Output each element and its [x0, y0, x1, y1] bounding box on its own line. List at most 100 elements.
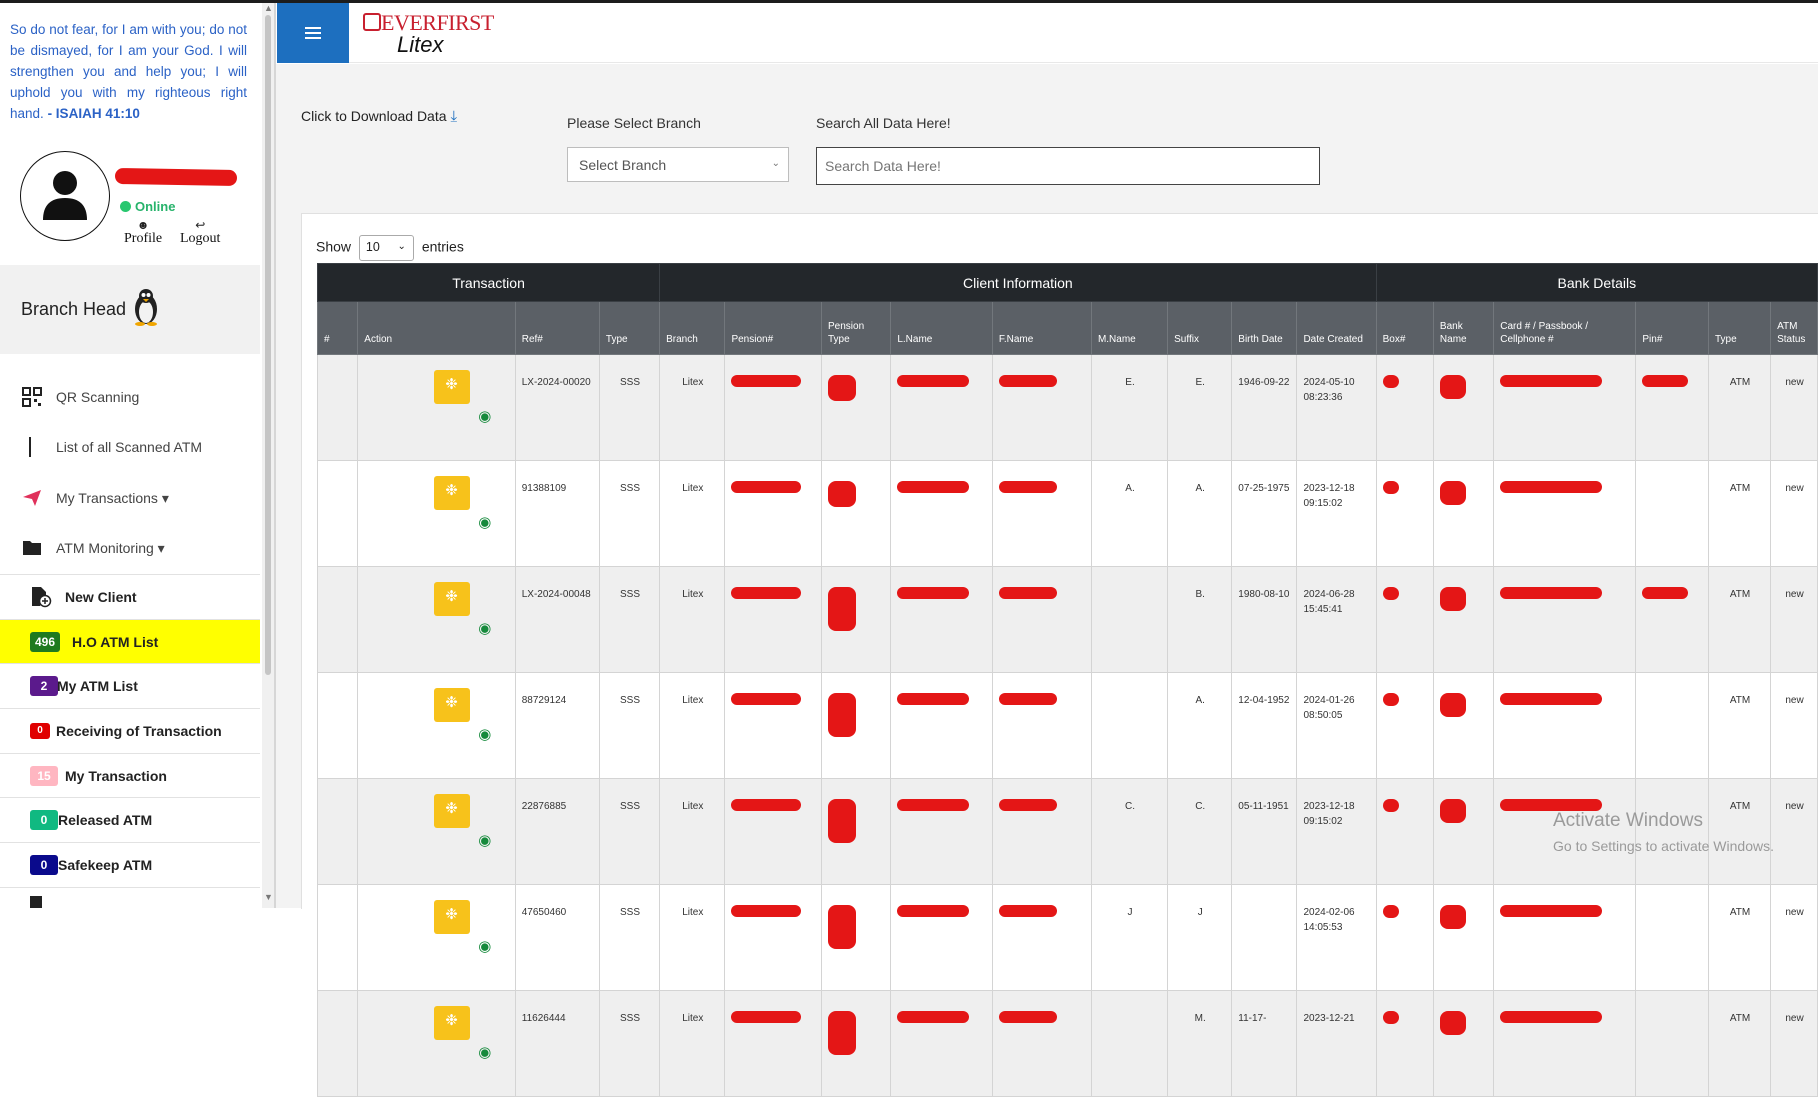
scroll-down-icon[interactable]: ▼ [264, 892, 273, 902]
col-header[interactable]: Pension# [724, 301, 822, 355]
action-settings-button[interactable]: ❉ [434, 582, 471, 616]
date-created-cell: 2024-01-26 08:50:05 [1296, 672, 1377, 779]
date-created-cell: 2023-12-18 09:15:02 [1296, 460, 1377, 567]
view-eye-icon[interactable]: ◉ [478, 514, 491, 531]
user-icon [43, 171, 87, 220]
branch-select[interactable]: Select Branch ⌄ [567, 147, 789, 182]
submenu-partial [0, 887, 260, 908]
redaction-mark [731, 587, 802, 599]
scroll-up-icon[interactable]: ▲ [264, 3, 273, 13]
submenu-safekeep-atm[interactable]: 0 Safekeep ATM [0, 842, 260, 887]
action-settings-button[interactable]: ❉ [434, 1006, 471, 1040]
logout-link[interactable]: ↩ Logout [180, 219, 220, 247]
col-header[interactable]: # [316, 301, 359, 355]
branch-cell: Litex [659, 778, 726, 885]
atm-data-table: Transaction Client Information Bank Deta… [316, 263, 1818, 1097]
view-eye-icon[interactable]: ◉ [478, 726, 491, 743]
action-settings-button[interactable]: ❉ [434, 794, 471, 828]
col-header[interactable]: Date Created [1296, 301, 1377, 355]
col-header[interactable]: Bank Name [1432, 301, 1495, 355]
col-header[interactable]: Pension Type [820, 301, 892, 355]
submenu-my-transaction[interactable]: 15 My Transaction [0, 753, 260, 798]
col-header[interactable]: Box# [1375, 301, 1434, 355]
redaction-mark [897, 587, 970, 599]
table-row[interactable]: ❉ ◉ 88729124 SSS Litex A. 12-04-1952 2024-01-26… [316, 672, 1818, 779]
action-settings-button[interactable]: ❉ [434, 476, 471, 510]
redaction-mark [731, 693, 802, 705]
hamburger-menu-button[interactable] [277, 3, 349, 63]
col-header[interactable]: Type [598, 301, 661, 355]
redaction-mark [897, 693, 970, 705]
col-header[interactable]: Type [1707, 301, 1772, 355]
view-eye-icon[interactable]: ◉ [478, 620, 491, 637]
redaction-mark [1439, 799, 1466, 823]
app-logo[interactable]: EVERFIRST Litex [363, 10, 494, 57]
suffix-cell: A. [1167, 460, 1233, 567]
chevron-down-icon: ⌄ [771, 158, 780, 169]
date-created-cell: 2024-02-06 14:05:53 [1296, 884, 1377, 991]
search-label: Search All Data Here! [816, 115, 951, 131]
col-header[interactable]: F.Name [991, 301, 1092, 355]
col-header[interactable]: L.Name [890, 301, 993, 355]
count-badge: 15 [30, 766, 58, 786]
logo-mark-icon [363, 13, 381, 31]
table-row[interactable]: ❉ ◉ 91388109 SSS Litex A. A. 07-25-1975 2023-12-… [316, 460, 1818, 567]
view-eye-icon[interactable]: ◉ [478, 832, 491, 849]
count-badge: 496 [30, 632, 61, 652]
redaction-mark [998, 481, 1057, 493]
type-cell: SSS [598, 884, 661, 991]
birthdate-cell: 11-17- [1231, 990, 1298, 1097]
atm-status-cell: new [1770, 566, 1818, 673]
col-header[interactable]: M.Name [1090, 301, 1169, 355]
col-header[interactable]: Pin# [1635, 301, 1709, 355]
view-eye-icon[interactable]: ◉ [478, 938, 491, 955]
view-eye-icon[interactable]: ◉ [478, 1044, 491, 1061]
redaction-mark [998, 587, 1057, 599]
download-icon: ⤓ [450, 108, 458, 125]
table-row[interactable]: ❉ ◉ LX-2024-00020 SSS Litex E. E. 1946-09-22 202… [316, 354, 1818, 461]
online-status: Online [120, 199, 175, 214]
action-settings-button[interactable]: ❉ [434, 370, 471, 404]
online-dot-icon [120, 201, 131, 212]
atm-status-cell: new [1770, 884, 1818, 991]
type-cell: SSS [598, 566, 661, 673]
submenu-new-client[interactable]: New Client [0, 574, 260, 619]
table-row[interactable]: ❉ ◉ 47650460 SSS Litex J J 2024-02-06 14:05:53 A… [316, 884, 1818, 991]
redaction-mark [1500, 375, 1603, 387]
redaction-mark [731, 375, 802, 387]
role-label: Branch Head [21, 299, 127, 319]
redaction-mark [1382, 905, 1399, 918]
download-data-link[interactable]: Click to Download Data ⤓ [301, 108, 457, 125]
view-eye-icon[interactable]: ◉ [478, 408, 491, 425]
table-row[interactable]: ❉ ◉ 11626444 SSS Litex M. 11-17- 2023-12-21 ATM n… [316, 990, 1818, 1097]
new-file-icon [32, 587, 52, 608]
redaction-mark [1439, 1011, 1466, 1035]
col-header[interactable]: ATM Status [1770, 301, 1818, 355]
scroll-thumb[interactable] [265, 15, 271, 675]
type-cell: SSS [598, 460, 661, 567]
submenu-my-atm-list[interactable]: 2 My ATM List [0, 663, 260, 708]
search-input[interactable] [816, 147, 1320, 185]
col-header[interactable]: Suffix [1167, 301, 1233, 355]
ref-cell: 11626444 [514, 990, 600, 1097]
entries-select[interactable]: 10 ⌄ [358, 235, 414, 261]
redaction-mark [1500, 1011, 1603, 1023]
submenu-receiving-of-transaction[interactable]: 0 Receiving of Transaction [0, 708, 260, 753]
col-header[interactable]: Card # / Passbook / Cellphone # [1493, 301, 1637, 355]
action-settings-button[interactable]: ❉ [434, 900, 471, 934]
col-header[interactable]: Ref# [514, 301, 600, 355]
table-row[interactable]: ❉ ◉ LX-2024-00048 SSS Litex B. 1980-08-10 2024-… [316, 566, 1818, 673]
action-settings-button[interactable]: ❉ [434, 688, 471, 722]
redaction-mark [998, 799, 1057, 811]
sidebar-scrollbar[interactable]: ▲ ▼ [262, 3, 274, 908]
submenu-released-atm[interactable]: 0 Released ATM [0, 797, 260, 842]
redaction-mark [897, 905, 970, 917]
branch-cell: Litex [659, 990, 726, 1097]
col-header[interactable]: Branch [659, 301, 726, 355]
col-header[interactable]: Birth Date [1231, 301, 1298, 355]
col-header[interactable]: Action [357, 301, 516, 355]
profile-link[interactable]: ☻ Profile [124, 219, 162, 247]
submenu-ho-atm-list[interactable]: 496 H.O ATM List [0, 619, 260, 664]
bank-type-cell: ATM [1707, 566, 1772, 673]
count-badge: 0 [30, 855, 58, 875]
